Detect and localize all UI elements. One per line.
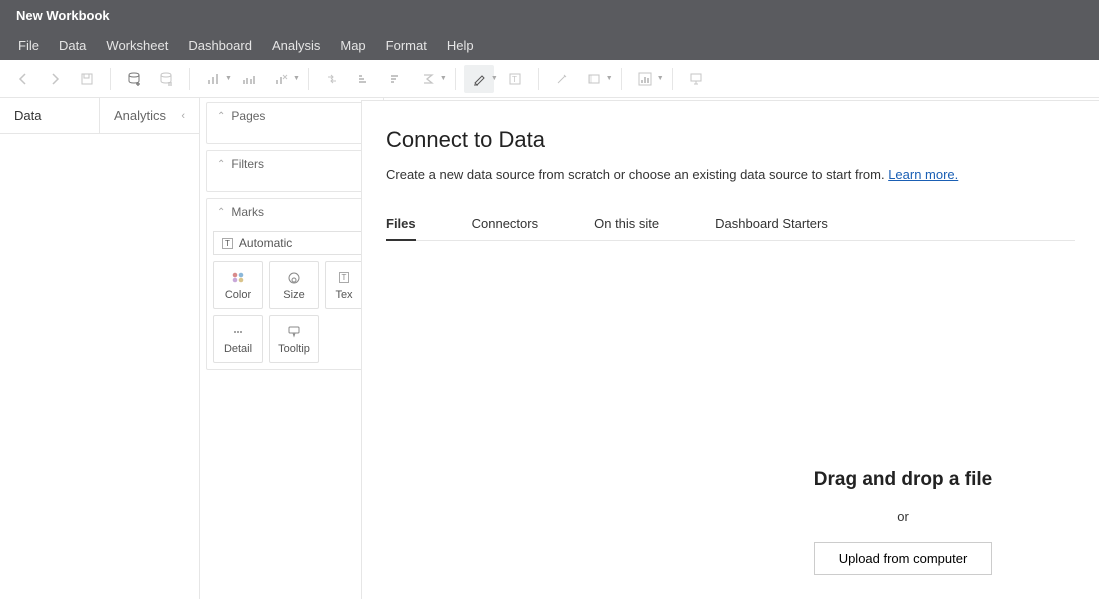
marks-detail-button[interactable]: Detail — [213, 315, 263, 363]
filters-label: Filters — [231, 157, 264, 171]
marks-size-button[interactable]: Size — [269, 261, 319, 309]
size-icon — [287, 269, 301, 285]
filters-shelf[interactable]: ⌃ Filters — [206, 150, 377, 192]
menubar: File Data Worksheet Dashboard Analysis M… — [0, 30, 1099, 60]
toolbar-separator — [672, 68, 673, 90]
file-drop-zone[interactable]: Drag and drop a file or Upload from comp… — [723, 241, 1083, 599]
menu-file[interactable]: File — [8, 32, 49, 59]
marks-color-label: Color — [225, 289, 251, 301]
toolbar-separator — [621, 68, 622, 90]
dialog-subtitle: Create a new data source from scratch or… — [386, 167, 1075, 182]
save-button[interactable] — [72, 65, 102, 93]
marks-tooltip-button[interactable]: Tooltip — [269, 315, 319, 363]
dialog-tabs: Files Connectors On this site Dashboard … — [386, 208, 1075, 241]
dialog-title: Connect to Data — [386, 127, 1075, 153]
clear-button[interactable] — [266, 65, 296, 93]
data-panel: Data Analytics ‹ — [0, 98, 200, 599]
svg-text:T: T — [512, 75, 517, 84]
chevron-up-icon: ⌃ — [217, 111, 225, 122]
back-button[interactable] — [8, 65, 38, 93]
text-icon: T — [222, 238, 233, 249]
show-me-button[interactable] — [630, 65, 660, 93]
sort-asc-button[interactable] — [349, 65, 379, 93]
text-icon: T — [339, 269, 350, 285]
tab-on-this-site[interactable]: On this site — [594, 208, 659, 240]
pause-updates-button[interactable] — [151, 65, 181, 93]
tab-data[interactable]: Data — [0, 98, 100, 133]
upload-from-computer-button[interactable]: Upload from computer — [814, 542, 993, 575]
marks-text-label: Tex — [335, 289, 352, 301]
tab-analytics[interactable]: Analytics ‹ — [100, 98, 199, 133]
dropdown-caret-icon: ▼ — [225, 75, 232, 82]
drop-zone-heading: Drag and drop a file — [814, 469, 992, 491]
toolbar-separator — [538, 68, 539, 90]
tab-analytics-label: Analytics — [114, 108, 166, 123]
labels-button[interactable]: T — [500, 65, 530, 93]
marks-label: Marks — [231, 205, 264, 219]
toolbar-separator — [455, 68, 456, 90]
swap-button[interactable] — [317, 65, 347, 93]
chevron-up-icon: ⌃ — [217, 207, 225, 218]
menu-help[interactable]: Help — [437, 32, 484, 59]
sort-desc-button[interactable] — [381, 65, 411, 93]
marks-card: ⌃ Marks T Automatic Color — [206, 198, 377, 370]
menu-analysis[interactable]: Analysis — [262, 32, 330, 59]
new-data-source-button[interactable] — [119, 65, 149, 93]
marks-text-button[interactable]: T Tex — [325, 261, 363, 309]
detail-icon — [231, 323, 245, 339]
toolbar-separator — [308, 68, 309, 90]
dropdown-caret-icon: ▼ — [491, 75, 498, 82]
dropdown-caret-icon: ▼ — [657, 75, 664, 82]
toolbar-separator — [110, 68, 111, 90]
drop-zone-or: or — [897, 509, 909, 524]
dropdown-caret-icon: ▼ — [606, 75, 613, 82]
menu-worksheet[interactable]: Worksheet — [96, 32, 178, 59]
presentation-button[interactable] — [681, 65, 711, 93]
color-icon — [231, 269, 245, 285]
tab-connectors[interactable]: Connectors — [472, 208, 538, 240]
duplicate-button[interactable] — [234, 65, 264, 93]
marks-color-button[interactable]: Color — [213, 261, 263, 309]
marks-type-label: Automatic — [239, 236, 292, 250]
connect-to-data-dialog: Connect to Data Create a new data source… — [361, 100, 1099, 599]
marks-type-dropdown[interactable]: T Automatic — [213, 231, 370, 255]
menu-data[interactable]: Data — [49, 32, 96, 59]
menu-map[interactable]: Map — [330, 32, 375, 59]
dropdown-caret-icon: ▼ — [293, 75, 300, 82]
tab-files[interactable]: Files — [386, 208, 416, 241]
tooltip-icon — [287, 323, 301, 339]
learn-more-link[interactable]: Learn more. — [888, 167, 958, 182]
new-worksheet-button[interactable] — [198, 65, 228, 93]
marks-detail-label: Detail — [224, 343, 252, 355]
tab-dashboard-starters[interactable]: Dashboard Starters — [715, 208, 828, 240]
marks-tooltip-label: Tooltip — [278, 343, 310, 355]
left-panel-tabs: Data Analytics ‹ — [0, 98, 199, 134]
fit-button[interactable] — [579, 65, 609, 93]
chevron-up-icon: ⌃ — [217, 159, 225, 170]
marks-size-label: Size — [283, 289, 304, 301]
workbook-title: New Workbook — [16, 8, 110, 23]
chevron-left-icon: ‹ — [181, 110, 185, 122]
menu-dashboard[interactable]: Dashboard — [178, 32, 262, 59]
menu-format[interactable]: Format — [376, 32, 437, 59]
titlebar: New Workbook — [0, 0, 1099, 30]
pages-label: Pages — [231, 109, 265, 123]
totals-button[interactable] — [413, 65, 443, 93]
toolbar: ▼ ▼ ▼ ▼ T ▼ — [0, 60, 1099, 98]
format-button[interactable] — [547, 65, 577, 93]
highlight-button[interactable] — [464, 65, 494, 93]
forward-button[interactable] — [40, 65, 70, 93]
pages-shelf[interactable]: ⌃ Pages — [206, 102, 377, 144]
dropdown-caret-icon: ▼ — [440, 75, 447, 82]
toolbar-separator — [189, 68, 190, 90]
cards-panel: ⌃ Pages ⌃ Filters ⌃ Marks T Automatic Color — [200, 98, 384, 599]
